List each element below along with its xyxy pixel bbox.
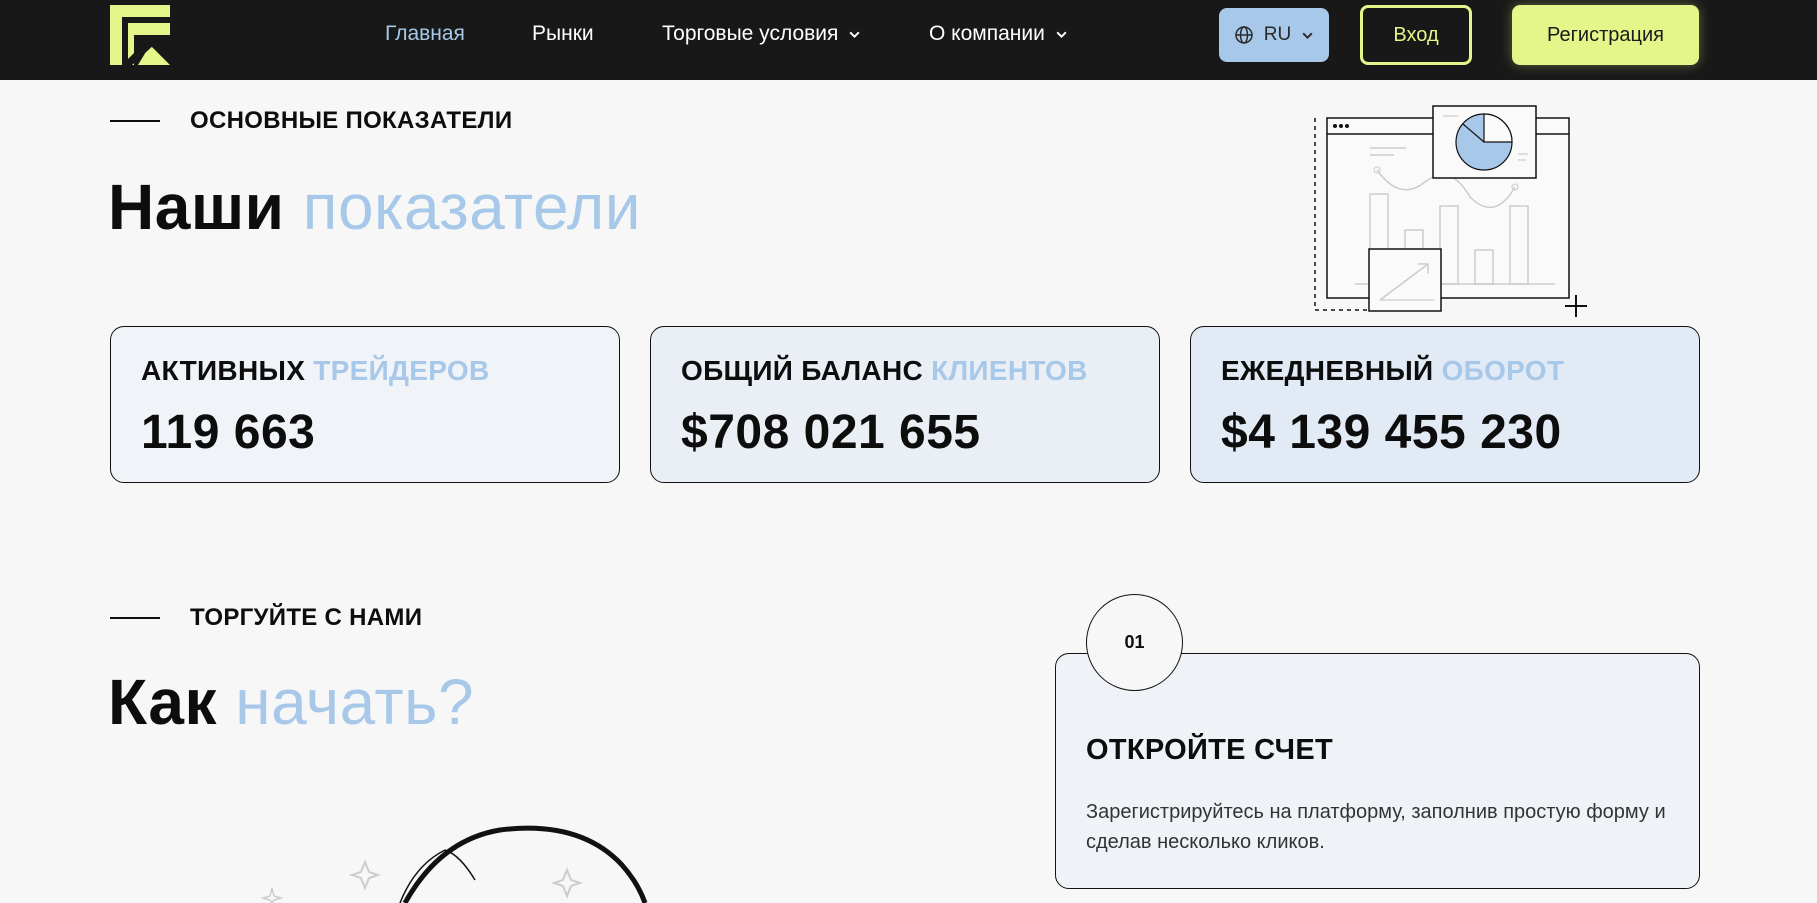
stat-card-active-traders: АКТИВНЫХ ТРЕЙДЕРОВ 119 663 <box>110 326 620 483</box>
nav-item-label: Торговые условия <box>662 22 839 45</box>
chevron-down-icon <box>1302 32 1313 39</box>
language-code: RU <box>1263 24 1292 45</box>
step-number-badge: 01 <box>1086 594 1183 691</box>
stats-title-accent: показатели <box>302 171 641 243</box>
nav-item-markets[interactable]: Рынки <box>532 22 594 46</box>
nav-item-about[interactable]: О компании <box>929 22 1068 46</box>
stat-label-main: ЕЖЕДНЕВНЫЙ <box>1221 355 1434 386</box>
dashboard-illustration <box>1314 105 1587 317</box>
step-title: ОТКРОЙТЕ СЧЕТ <box>1086 734 1334 766</box>
eyebrow-line <box>110 120 160 122</box>
stat-label-main: АКТИВНЫХ <box>141 355 306 386</box>
eyebrow-line <box>110 617 160 619</box>
chevron-down-icon <box>849 31 860 38</box>
stat-card-value: 119 663 <box>141 406 316 459</box>
start-title-accent: начать? <box>235 666 475 738</box>
stat-card-total-balance: ОБЩИЙ БАЛАНС КЛИЕНТОВ $708 021 655 <box>650 326 1160 483</box>
stat-label-accent: КЛИЕНТОВ <box>931 355 1088 386</box>
stat-card-daily-turnover: ЕЖЕДНЕВНЫЙ ОБОРОТ $4 139 455 230 <box>1190 326 1700 483</box>
section-eyebrow-stats: ОСНОВНЫЕ ПОКАЗАТЕЛИ <box>110 107 512 135</box>
stat-card-label: АКТИВНЫХ ТРЕЙДЕРОВ <box>141 355 589 387</box>
stat-card-label: ОБЩИЙ БАЛАНС КЛИЕНТОВ <box>681 355 1129 387</box>
stats-title: Наши показатели <box>108 170 641 244</box>
globe-icon <box>1235 26 1253 44</box>
stat-card-value: $4 139 455 230 <box>1221 406 1562 459</box>
section-eyebrow-start: ТОРГУЙТЕ С НАМИ <box>110 604 422 632</box>
stat-card-value: $708 021 655 <box>681 406 981 459</box>
start-title: Как начать? <box>108 665 474 739</box>
nav-item-label: Рынки <box>532 22 594 45</box>
stat-label-accent: ТРЕЙДЕРОВ <box>313 355 490 386</box>
eyebrow-text: ОСНОВНЫЕ ПОКАЗАТЕЛИ <box>190 107 513 134</box>
step-card: ОТКРОЙТЕ СЧЕТ Зарегистрируйтесь на платф… <box>1055 653 1700 889</box>
stats-title-main: Наши <box>108 171 285 243</box>
nav-item-label: О компании <box>929 22 1045 45</box>
login-button[interactable]: Вход <box>1360 5 1472 65</box>
nav-item-home[interactable]: Главная <box>385 22 465 46</box>
eyebrow-text: ТОРГУЙТЕ С НАМИ <box>190 604 423 631</box>
nav-item-label: Главная <box>385 22 465 45</box>
register-button[interactable]: Регистрация <box>1512 5 1699 65</box>
nav-item-trading-conditions[interactable]: Торговые условия <box>662 22 861 46</box>
stat-card-label: ЕЖЕДНЕВНЫЙ ОБОРОТ <box>1221 355 1669 387</box>
brand-logo-icon[interactable] <box>110 5 170 65</box>
site-header: Главная Рынки Торговые условия О компани… <box>0 0 1817 80</box>
language-selector[interactable]: RU <box>1219 8 1329 62</box>
step-description: Зарегистрируйтесь на платформу, заполнив… <box>1086 801 1666 853</box>
stat-label-main: ОБЩИЙ БАЛАНС <box>681 355 923 386</box>
astronaut-illustration <box>260 825 648 903</box>
stat-label-accent: ОБОРОТ <box>1441 355 1565 386</box>
start-title-main: Как <box>108 666 217 738</box>
chevron-down-icon <box>1056 31 1067 38</box>
